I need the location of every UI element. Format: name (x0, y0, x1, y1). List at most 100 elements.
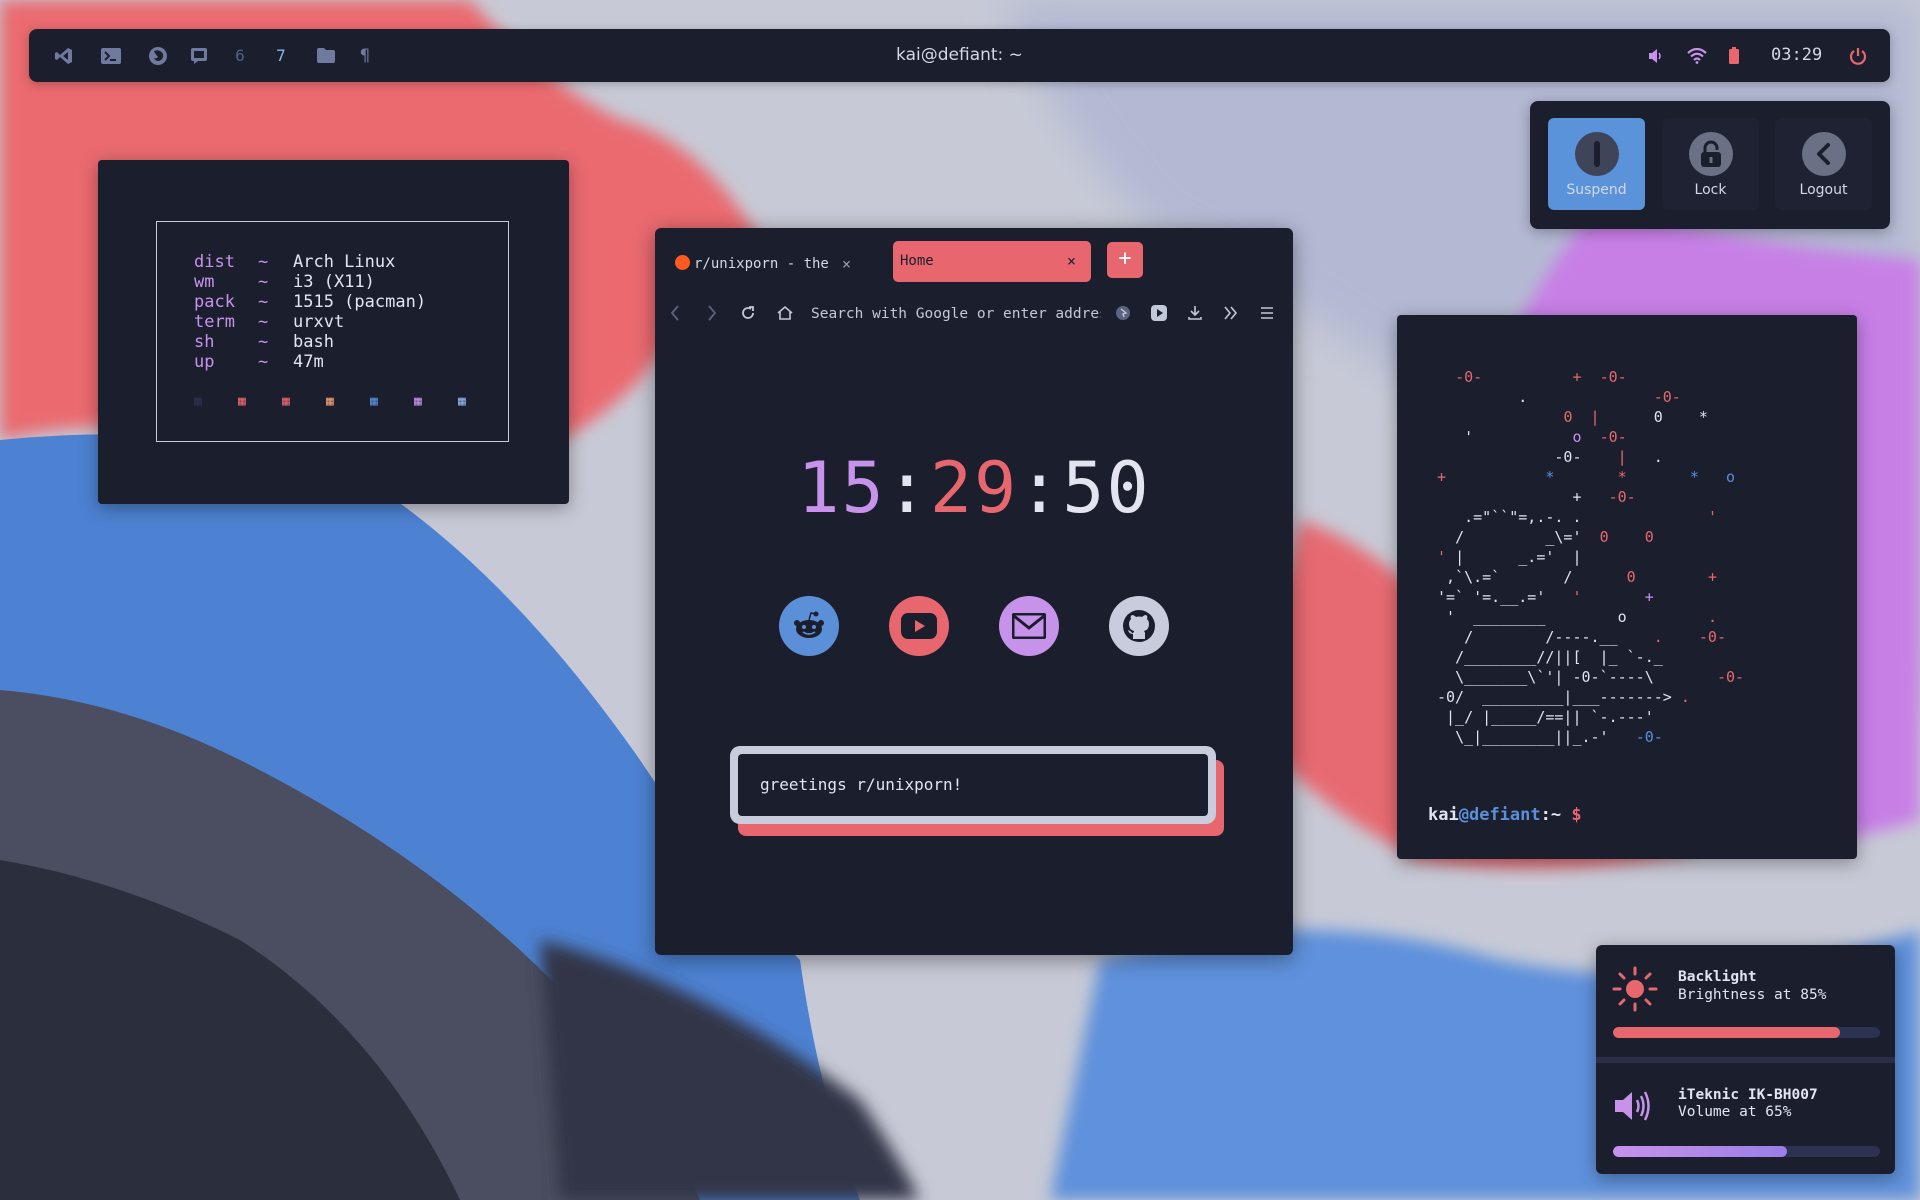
download-icon[interactable] (1183, 301, 1207, 325)
color-swatch: ▦ (370, 394, 378, 409)
overflow-icon[interactable] (1219, 301, 1243, 325)
sysinfo-value: i3 (X11) (293, 272, 375, 292)
close-tab-icon[interactable]: × (1067, 241, 1076, 282)
extension-icon[interactable] (1111, 301, 1135, 325)
osd-divider (1596, 1057, 1895, 1063)
browser-window: r/unixporn - the × Home × + 15:29:50 (655, 228, 1293, 955)
back-icon[interactable] (663, 301, 687, 325)
prompt-at: @ (1458, 805, 1469, 825)
github-icon[interactable] (1109, 596, 1169, 656)
logout-label: Logout (1799, 182, 1848, 198)
backlight-title: Backlight (1678, 969, 1757, 985)
suspend-icon (1575, 132, 1619, 176)
sysinfo-separator: ~ (258, 292, 269, 312)
clock-separator: : (885, 447, 930, 529)
speaker-icon (1613, 1088, 1653, 1124)
sysinfo-value: bash (293, 332, 334, 352)
greeting-panel: greetings r/unixporn! (738, 754, 1208, 816)
youtube-icon[interactable] (889, 596, 949, 656)
greeting-text: greetings r/unixporn! (760, 775, 963, 794)
wifi-icon[interactable] (1682, 29, 1712, 82)
sysinfo-window[interactable]: dist ~ Arch Linux wm ~ i3 (X11) pack ~1515 (p… (98, 160, 569, 504)
suspend-label: Suspend (1566, 182, 1627, 198)
color-swatch: ▦ (238, 394, 246, 409)
sysinfo-value: Arch Linux (293, 252, 396, 272)
sysinfo-row: sh ~ bash (194, 332, 334, 352)
sysinfo-separator: ~ (258, 352, 269, 372)
sysinfo-separator: ~ (258, 312, 269, 332)
terminal-window[interactable]: -0- + -0- . -0- 0 | 0 * ' o -0- -0- | . … (1397, 315, 1857, 859)
mail-icon[interactable] (999, 596, 1059, 656)
sysinfo-row: wm ~ i3 (X11) (194, 272, 375, 292)
clock-minutes: 29 (929, 447, 1019, 529)
volume-icon[interactable] (1641, 29, 1671, 82)
url-input[interactable] (811, 304, 1101, 324)
prompt-host: defiant (1468, 805, 1541, 825)
ascii-art: -0- + -0- . -0- 0 | 0 * ' o -0- -0- | . … (1437, 368, 1745, 746)
prompt-symbol: $ (1561, 805, 1582, 825)
sun-icon (1611, 965, 1659, 1013)
color-swatch: ▦ (282, 394, 290, 409)
sysinfo-row: dist ~ Arch Linux (194, 252, 395, 272)
sysinfo-row: term ~ urxvt (194, 312, 344, 332)
close-tab-icon[interactable]: × (842, 248, 851, 280)
reddit-favicon-icon (675, 255, 690, 270)
color-swatch: ▦ (194, 394, 202, 409)
menu-icon[interactable] (1255, 301, 1279, 325)
reddit-icon[interactable] (779, 596, 839, 656)
suspend-button[interactable]: Suspend (1548, 118, 1645, 210)
volume-bar-fill (1613, 1146, 1787, 1157)
startpage-clock: 15:29:50 (655, 448, 1293, 528)
forward-icon[interactable] (700, 301, 724, 325)
sysinfo-key: wm (194, 272, 215, 292)
sysinfo-key: term (194, 312, 235, 332)
tab-home[interactable]: Home × (893, 241, 1091, 282)
shell-prompt[interactable]: kai@defiant:~ $ (1428, 805, 1582, 825)
top-bar: 6 7 ¶ kai@defiant: ~ 03:29 (29, 29, 1890, 82)
bar-clock[interactable]: 03:29 (1771, 29, 1822, 82)
prompt-user: kai (1428, 805, 1459, 825)
lock-label: Lock (1694, 182, 1727, 198)
backlight-bar-fill (1613, 1027, 1840, 1038)
sysinfo-key: sh (194, 332, 215, 352)
reload-icon[interactable] (736, 301, 760, 325)
color-swatch: ▦ (414, 394, 422, 409)
logout-button[interactable]: Logout (1775, 118, 1872, 210)
sysinfo-row: up ~47m (194, 352, 324, 372)
tab-unixporn[interactable]: r/unixporn - the × (675, 248, 865, 280)
greeting-box: greetings r/unixporn! (730, 746, 1216, 824)
power-menu: Suspend Lock Logout (1530, 101, 1890, 229)
osd-panel: Backlight Brightness at 85% iTeknic IK-B… (1596, 945, 1895, 1174)
tab-label: Home (900, 253, 934, 269)
volume-subtitle: Volume at 65% (1678, 1104, 1792, 1120)
clock-seconds: 50 (1062, 447, 1151, 529)
color-swatch: ▦ (458, 394, 466, 409)
sysinfo-key: up (194, 352, 215, 372)
clock-hours: 15 (797, 447, 886, 529)
battery-icon[interactable] (1719, 29, 1749, 82)
clock-separator: : (1018, 447, 1063, 529)
volume-bar[interactable] (1613, 1146, 1880, 1157)
media-extension-icon[interactable] (1147, 301, 1171, 325)
sysinfo-key: pack (194, 292, 235, 312)
backlight-bar[interactable] (1613, 1027, 1880, 1038)
sysinfo-separator: ~ (258, 252, 269, 272)
new-tab-button[interactable]: + (1107, 242, 1143, 278)
sysinfo-separator: ~ (258, 272, 269, 292)
sysinfo-separator: ~ (258, 332, 269, 352)
sysinfo-value: urxvt (293, 312, 345, 332)
tab-label: r/unixporn - the (694, 256, 829, 272)
volume-title: iTeknic IK-BH007 (1678, 1087, 1818, 1103)
sysinfo-value: 1515 (pacman) (293, 292, 427, 312)
window-title: kai@defiant: ~ (896, 45, 1023, 65)
color-swatch: ▦ (326, 394, 334, 409)
sysinfo-panel: dist ~ Arch Linux wm ~ i3 (X11) pack ~1515 (p… (156, 221, 509, 442)
logout-icon (1802, 132, 1846, 176)
lock-icon (1689, 132, 1733, 176)
power-icon[interactable] (1843, 29, 1873, 82)
lock-button[interactable]: Lock (1662, 118, 1759, 210)
prompt-path: :~ (1540, 805, 1562, 825)
home-icon[interactable] (773, 301, 797, 325)
sysinfo-row: pack ~1515 (pacman) (194, 292, 426, 312)
sysinfo-key: dist (194, 252, 235, 272)
